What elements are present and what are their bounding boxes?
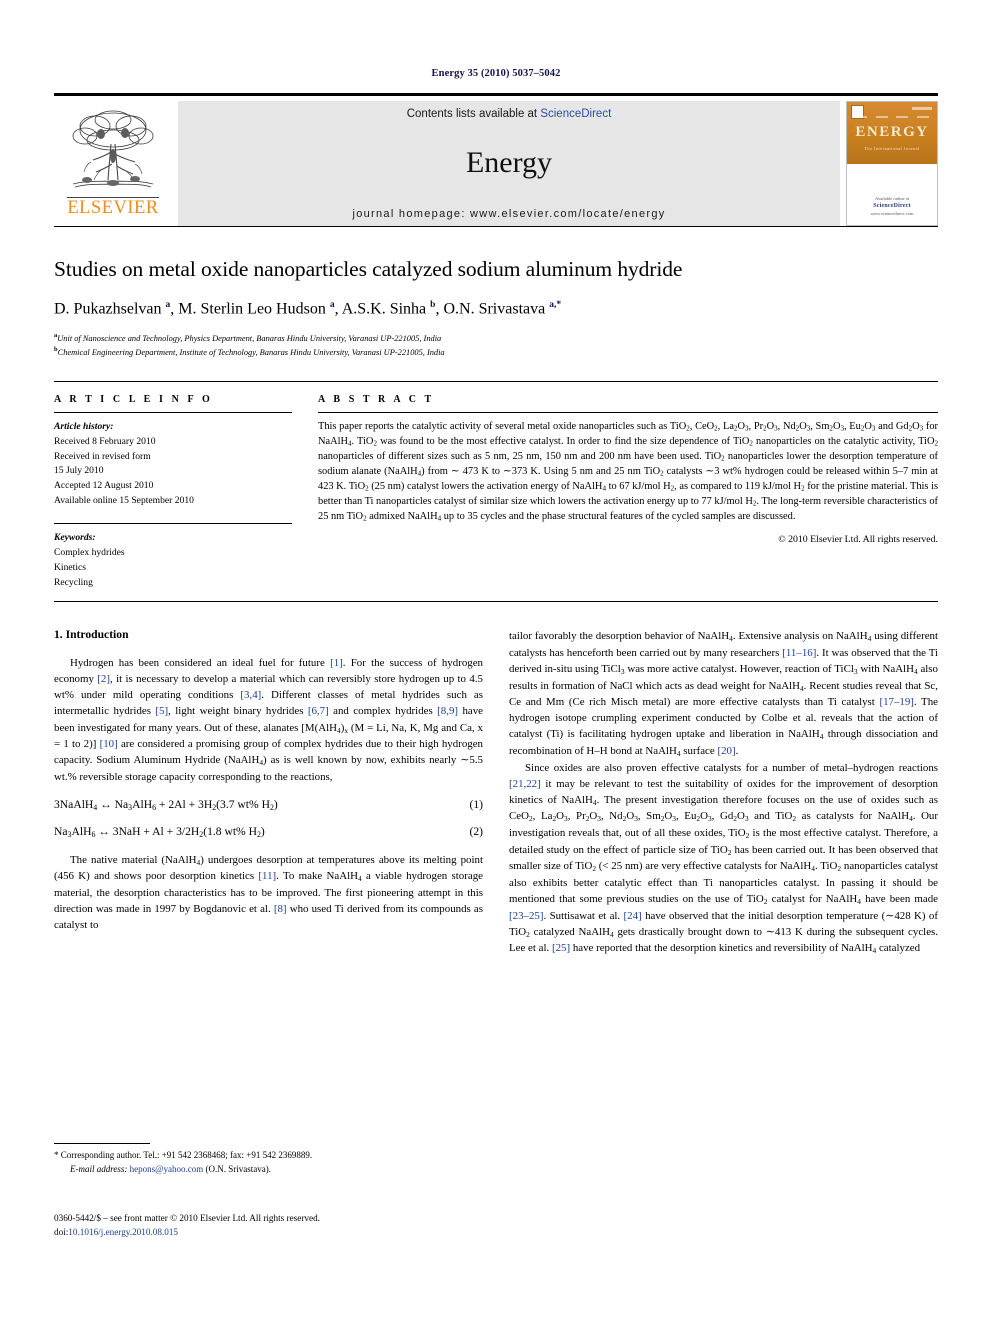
email-label: E-mail address: [70,1163,128,1174]
keyword-item: Recycling [54,576,93,588]
affiliation-a-text: Unit of Nanoscience and Technology, Phys… [57,334,442,344]
cover-top-band: ENERGY The International Journal [847,102,937,164]
cover-footer-url: www.sciencedirect.com [870,211,914,217]
journal-masthead: ELSEVIER Contents lists available at Sci… [54,93,938,227]
affiliation-a: aUnit of Nanoscience and Technology, Phy… [54,331,938,345]
abstract-rule [318,411,938,413]
abstract-copyright: © 2010 Elsevier Ltd. All rights reserved… [778,533,938,545]
right-column: tailor favorably the desorption behavior… [509,628,938,957]
elsevier-tree-icon [72,110,154,188]
article-info-rule [54,411,292,413]
equation-1: 3NaAlH4 ↔ Na3AlH6 + 2Al + 3H2(3.7 wt% H2… [54,798,483,812]
footnote-rule [54,1143,150,1144]
abstract-heading: A B S T R A C T [318,393,435,405]
sciencedirect-link[interactable]: ScienceDirect [540,108,611,120]
keywords-label: Keywords: [54,531,96,543]
section-title-introduction: 1. Introduction [54,628,129,642]
doi-line: doi:10.1016/j.energy.2010.08.015 [54,1226,484,1240]
email-owner: (O.N. Srivastava). [205,1163,271,1174]
footnote-email-line: E-mail address: hepons@yahoo.com (O.N. S… [54,1163,484,1177]
paragraph: Since oxides are also proven effective c… [509,761,939,956]
history-item: Received 8 February 2010 [54,435,156,447]
cover-footer: Available online at ScienceDirect www.sc… [847,196,937,219]
abstract-bottom-rule [54,601,938,603]
cover-topic-lines [851,116,933,118]
keywords-rule [54,522,292,524]
cover-footer-brand: ScienceDirect [873,203,911,210]
history-item: Available online 15 September 2010 [54,495,194,507]
equation-1-number: (1) [469,797,483,811]
keywords-block: Keywords: Complex hydrides Kinetics Recy… [54,522,292,590]
footnote-corresponding-line: * Corresponding author. Tel.: +91 542 23… [54,1149,484,1163]
footnote-star: * [54,1150,59,1160]
paragraph: The native material (NaAlH4) undergoes d… [54,853,484,931]
title-block: Studies on metal oxide nanoparticles cat… [54,223,938,359]
cover-subtitle: The International Journal [864,146,920,151]
abstract-text: This paper reports the catalytic activit… [318,420,939,523]
affiliation-b-text: Chemical Engineering Department, Institu… [57,347,445,357]
article-history-label: Article history: [54,420,114,432]
equation-2: Na3AlH6 ↔ 3NaH + Al + 3/2H2(1.8 wt% H2) … [54,825,483,839]
history-item: 15 July 2010 [54,465,104,477]
issn-line: 0360-5442/$ – see front matter © 2010 El… [54,1213,320,1223]
journal-band: Contents lists available at ScienceDirec… [178,101,840,226]
affiliation-b: bChemical Engineering Department, Instit… [54,345,938,359]
journal-homepage-link[interactable]: journal homepage: www.elsevier.com/locat… [352,208,665,220]
doi-link[interactable]: 10.1016/j.energy.2010.08.015 [68,1227,178,1237]
contents-prefix: Contents lists available at [406,108,541,120]
elsevier-wordmark: ELSEVIER [67,197,159,218]
journal-title: Energy [465,146,553,179]
equation-2-number: (2) [469,824,483,838]
cover-title: ENERGY [855,124,929,140]
cover-bottom-area: Available online at ScienceDirect www.sc… [847,164,937,225]
article-info-heading: A R T I C L E I N F O [54,393,213,405]
article-page: Energy 35 (2010) 5037–5042 ELSEVIER Cont… [0,0,992,1323]
equation-2-expression: Na3AlH6 ↔ 3NaH + Al + 3/2H2(1.8 wt% H2) [54,824,265,839]
body-columns: 1. Introduction Hydrogen has been consid… [54,628,938,957]
abstract-column: A B S T R A C T This paper reports the c… [318,394,938,591]
article-info-column: A R T I C L E I N F O Article history: R… [54,394,292,591]
author-list: D. Pukazhselvan a, M. Sterlin Leo Hudson… [54,300,562,318]
running-head: Energy 35 (2010) 5037–5042 [431,68,561,79]
equation-1-expression: 3NaAlH4 ↔ Na3AlH6 + 2Al + 3H2(3.7 wt% H2… [54,797,278,812]
history-item: Received in revised form [54,450,151,462]
paragraph: Hydrogen has been considered an ideal fu… [54,657,484,783]
paragraph: tailor favorably the desorption behavior… [509,630,938,758]
elsevier-logo: ELSEVIER [54,101,172,226]
cover-issue-tag [912,107,932,110]
corresponding-author-footnote: * Corresponding author. Tel.: +91 542 23… [54,1143,484,1176]
page-footer: 0360-5442/$ – see front matter © 2010 El… [54,1212,484,1239]
journal-cover-thumbnail: ENERGY The International Journal Availab… [846,101,938,226]
footnote-corresponding-text: Corresponding author. Tel.: +91 542 2368… [60,1150,313,1160]
email-link[interactable]: hepons@yahoo.com [130,1164,204,1174]
keyword-item: Kinetics [54,561,86,573]
contents-available-line: Contents lists available at ScienceDirec… [407,108,612,120]
doi-label: doi: [54,1226,69,1237]
keyword-item: Complex hydrides [54,546,125,558]
info-abstract-row: A R T I C L E I N F O Article history: R… [54,380,938,591]
masthead-bottom-rule [54,226,938,227]
left-column: 1. Introduction Hydrogen has been consid… [54,628,483,957]
page-title: Studies on metal oxide nanoparticles cat… [54,257,683,281]
cover-footer-small: Available online at [875,195,909,201]
history-item: Accepted 12 August 2010 [54,480,154,492]
